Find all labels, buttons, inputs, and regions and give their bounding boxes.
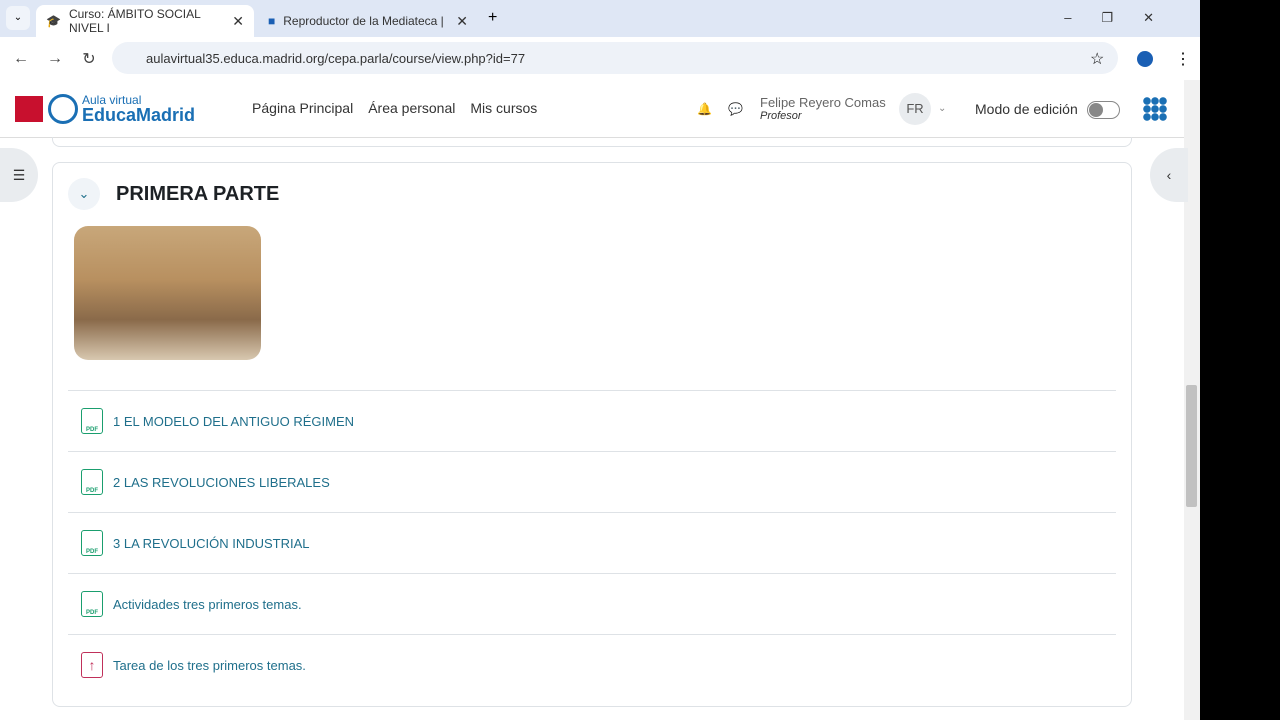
section-title: PRIMERA PARTE (116, 183, 280, 205)
graduation-cap-icon: 🎓 (46, 14, 61, 28)
tab-mediateca[interactable]: ■ Reproductor de la Mediateca | ✕ (258, 5, 478, 37)
menu-icon[interactable]: ⋮ (1175, 49, 1191, 69)
block-drawer-toggle[interactable]: ‹ (1150, 148, 1188, 202)
browser-window: ⌄ 🎓 Curso: ÁMBITO SOCIAL NIVEL I ✕ ■ Reprod… (0, 0, 1200, 720)
site-header: Aula virtual EducaMadrid Página Principal… (0, 80, 1184, 138)
new-tab-button[interactable]: + (488, 9, 497, 27)
profile-icon[interactable] (1137, 50, 1153, 67)
pdf-icon: PDF (81, 591, 103, 617)
avatar[interactable]: FR (899, 93, 931, 125)
edit-mode-toggle[interactable] (1087, 101, 1120, 119)
tab-course[interactable]: 🎓 Curso: ÁMBITO SOCIAL NIVEL I ✕ (36, 5, 254, 37)
url-input[interactable]: aulavirtual35.educa.madrid.org/cepa.parl… (112, 42, 1118, 74)
list-item[interactable]: PDF Actividades tres primeros temas. (68, 573, 1116, 634)
pdf-icon: PDF (81, 530, 103, 556)
back-button[interactable]: ← (4, 50, 38, 68)
close-icon[interactable]: ✕ (456, 13, 468, 30)
list-item[interactable]: PDF 1 EL MODELO DEL ANTIGUO RÉGIMEN (68, 390, 1116, 451)
list-item[interactable]: ↑ Tarea de los tres primeros temas. (68, 634, 1116, 695)
window-controls[interactable]: –❐✕ (1064, 10, 1184, 26)
collapse-section-button[interactable]: ⌄ (68, 178, 100, 210)
star-icon[interactable]: ☆ (1090, 49, 1104, 69)
tab-search-button[interactable]: ⌄ (6, 6, 30, 30)
clapper-icon: ■ (268, 14, 276, 28)
list-item[interactable]: PDF 2 LAS REVOLUCIONES LIBERALES (68, 451, 1116, 512)
list-item[interactable]: PDF 3 LA REVOLUCIÓN INDUSTRIAL (68, 512, 1116, 573)
nav-personal[interactable]: Área personal (368, 100, 455, 116)
course-index-toggle[interactable]: ☰ (0, 148, 38, 202)
nav-home[interactable]: Página Principal (252, 100, 353, 116)
pdf-icon: PDF (81, 408, 103, 434)
upload-assignment-icon: ↑ (81, 652, 103, 678)
forward-button[interactable]: → (38, 50, 72, 68)
nav-courses[interactable]: Mis cursos (470, 100, 537, 116)
address-bar: ← → ↻ aulavirtual35.educa.madrid.org/cepa.… (0, 37, 1200, 80)
bell-icon[interactable]: 🔔 (697, 102, 712, 116)
close-icon[interactable]: ✕ (232, 13, 244, 30)
chat-icon[interactable]: 💬 (728, 102, 743, 116)
edit-mode-label: Modo de edición (975, 100, 1078, 117)
main-nav: Página Principal Área personal Mis cursos (252, 100, 552, 118)
user-menu[interactable]: Felipe Reyero Comas Profesor (760, 95, 886, 122)
pdf-icon: PDF (81, 469, 103, 495)
site-logo[interactable]: Aula virtual EducaMadrid (82, 94, 195, 124)
list-icon: ☰ (12, 166, 26, 183)
section-image (74, 226, 261, 360)
madrid-flag-logo (15, 95, 43, 122)
apps-grid-icon[interactable] (1143, 97, 1167, 121)
educamadrid-logo-icon (48, 93, 78, 124)
tab-bar: ⌄ 🎓 Curso: ÁMBITO SOCIAL NIVEL I ✕ ■ Reprod… (0, 0, 1200, 37)
chevron-down-icon[interactable]: ⌄ (938, 103, 946, 114)
chevron-left-icon: ‹ (1166, 167, 1172, 183)
reload-button[interactable]: ↻ (72, 49, 106, 69)
